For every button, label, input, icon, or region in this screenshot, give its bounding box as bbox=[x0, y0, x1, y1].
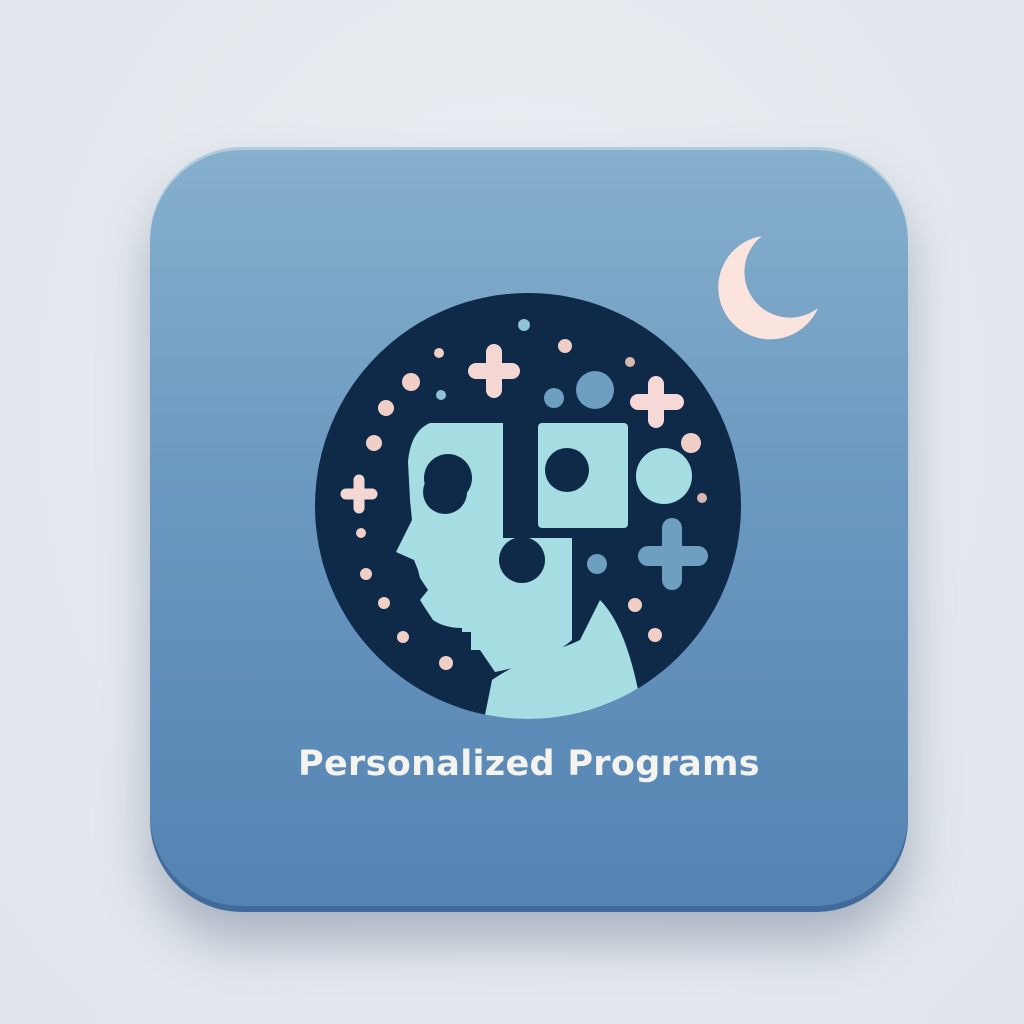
moon-icon bbox=[718, 236, 818, 340]
icon-artwork bbox=[315, 236, 818, 719]
app-label: Personalized Programs bbox=[298, 744, 760, 784]
